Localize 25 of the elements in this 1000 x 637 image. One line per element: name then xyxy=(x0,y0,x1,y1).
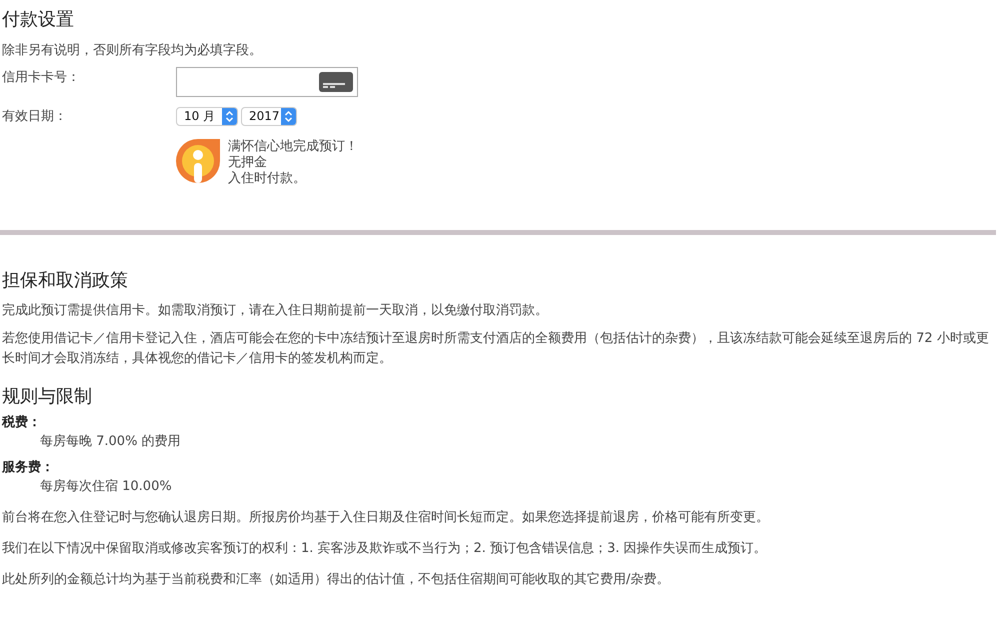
fee-value: 每房每次住宿 10.00% xyxy=(39,478,173,496)
badge-text: 无押金 xyxy=(228,155,268,171)
month-select[interactable]: 10 月 xyxy=(176,107,238,126)
fee-label: 服务费： xyxy=(2,459,55,477)
rules-paragraph: 此处所列的金额总计均为基于当前税费和汇率（如适用）得出的估计值，不包括住宿期间可能收取的其它费用/杂费。 xyxy=(2,571,670,589)
stepper-arrows-icon xyxy=(284,110,293,123)
badge-text: 入住时付款。 xyxy=(228,171,307,187)
fee-label: 税费： xyxy=(2,414,42,432)
credit-card-icon xyxy=(319,72,353,92)
rules-paragraph: 我们在以下情况中保留取消或修改宾客预订的权利：1. 宾客涉及欺诈或不当行为；2. 预订包含错误信息；3. 因操作失误而生成预订。 xyxy=(2,540,768,558)
stepper-arrows-icon xyxy=(225,110,234,123)
year-select[interactable]: 2017 xyxy=(241,107,297,126)
section-title: 规则与限制 xyxy=(2,385,93,409)
field-label: 有效日期： xyxy=(2,108,68,126)
policy-paragraph: 完成此预订需提供信用卡。如需取消预订，请在入住日期前提前一天取消，以免缴付取消罚款。 xyxy=(2,302,549,320)
field-label: 信用卡卡号： xyxy=(2,69,81,87)
card-number-field[interactable] xyxy=(176,67,358,97)
badge-text: 满怀信心地完成预订！ xyxy=(228,139,358,155)
rules-paragraph: 前台将在您入住登记时与您确认退房日期。所报房价均基于入住日期及住宿时间长短而定。如果您选择提前退房，价格可能有所变更。 xyxy=(2,509,770,527)
policy-paragraph: 若您使用借记卡／信用卡登记入住，酒店可能会在您的卡中冻结预计至退房时所需支付酒店的全额费用（包括估计的杂费），且该冻结款可能会延续至退房后的 72 小时或更长时间才会取消冻结，具体视您的借记卡／信用卡的签发机构而定。 xyxy=(2,330,990,368)
info-badge-icon xyxy=(176,139,222,183)
form-note: 除非另有说明，否则所有字段均为必填字段。 xyxy=(2,42,263,60)
section-title: 付款设置 xyxy=(2,8,75,32)
fee-value: 每房每晚 7.00% 的费用 xyxy=(39,433,182,451)
section-title: 担保和取消政策 xyxy=(2,269,129,293)
